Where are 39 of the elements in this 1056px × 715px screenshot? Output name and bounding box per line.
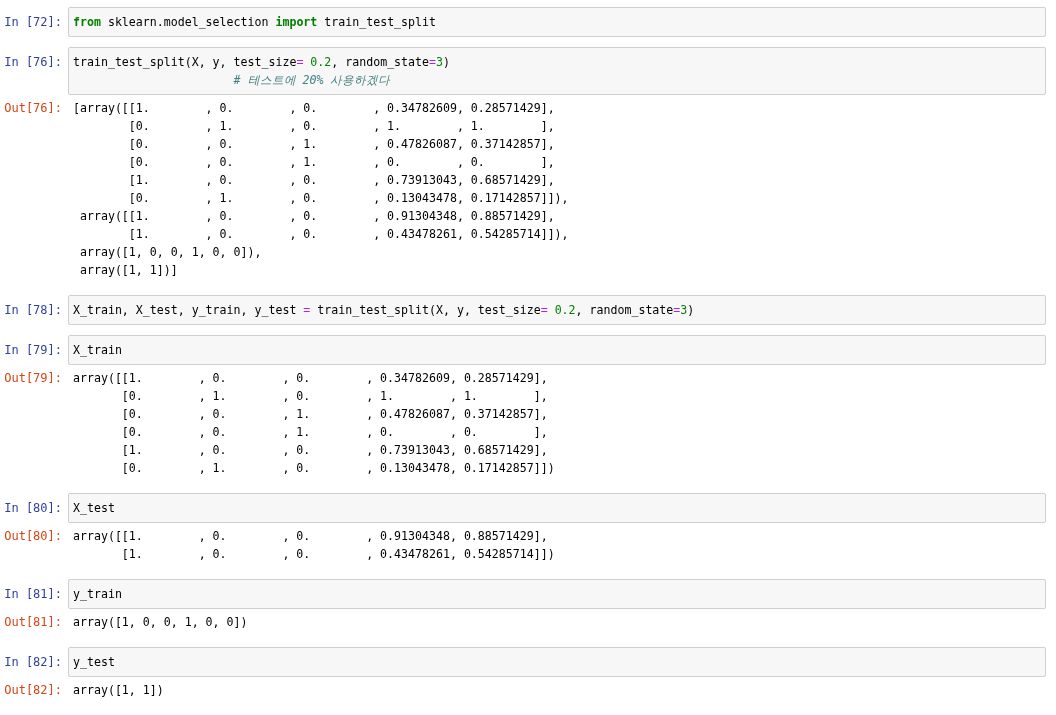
output-line: [1. , 0. , 0. , 0.73913043, 0.68571429], [127, 172, 555, 189]
output-line: array([[1. , 0. , 0. , 0.91304348, 0.88571429], [78, 208, 555, 225]
output-line: array([[1. , 0. , 0. , 0.34782609, 0.28571429], [73, 370, 548, 387]
output-line: [array([[1. , 0. , 0. , 0.34782609, 0.28571429], [73, 100, 555, 117]
output-line: [0. , 0. , 1. , 0.47826087, 0.37142857], [120, 406, 548, 423]
input-prompt: In [72]: [3, 14, 63, 31]
input-prompt: In [76]: [3, 54, 63, 71]
code-editor[interactable]: X_test [68, 493, 1046, 523]
code-editor[interactable]: y_train [68, 579, 1046, 609]
input-prompt: In [79]: [3, 342, 63, 359]
output-line: array([1, 1]) [73, 682, 164, 699]
output-line: [0. , 0. , 1. , 0. , 0. ], [127, 154, 555, 171]
code-editor[interactable]: y_test [68, 647, 1046, 677]
output-line: [0. , 1. , 0. , 1. , 1. ], [127, 118, 555, 135]
output-line: [0. , 1. , 0. , 0.13043478, 0.17142857]]) [120, 460, 555, 477]
output-line: array([1, 0, 0, 1, 0, 0]) [73, 614, 248, 631]
code-editor[interactable]: train_test_split(X, y, test_size= 0.2, random_state=3) # 테스트에 20% 사용하겠다 [68, 47, 1046, 95]
code-editor[interactable]: from sklearn.model_selection import train_test_split [68, 7, 1046, 37]
input-prompt: In [81]: [3, 586, 63, 603]
output-line: [0. , 1. , 0. , 0.13043478, 0.17142857]]), [127, 190, 569, 207]
output-line: [1. , 0. , 0. , 0.43478261, 0.54285714]]), [127, 226, 569, 243]
output-prompt: Out[82]: [3, 682, 63, 699]
input-prompt: In [78]: [3, 302, 63, 319]
output-line: array([1, 1])] [78, 262, 178, 279]
output-line: [0. , 0. , 1. , 0. , 0. ], [120, 424, 548, 441]
output-line: [0. , 1. , 0. , 1. , 1. ], [120, 388, 548, 405]
output-prompt: Out[80]: [3, 528, 63, 545]
output-line: array([[1. , 0. , 0. , 0.91304348, 0.88571429], [73, 528, 548, 545]
input-prompt: In [80]: [3, 500, 63, 517]
output-line: [1. , 0. , 0. , 0.43478261, 0.54285714]]) [120, 546, 555, 563]
output-prompt: Out[76]: [3, 100, 63, 117]
code-editor[interactable]: X_train, X_test, y_train, y_test = train_test_split(X, y, test_size= 0.2, random_state=3) [68, 295, 1046, 325]
output-line: array([1, 0, 0, 1, 0, 0]), [78, 244, 262, 261]
output-prompt: Out[79]: [3, 370, 63, 387]
output-line: [1. , 0. , 0. , 0.73913043, 0.68571429], [120, 442, 548, 459]
output-line: [0. , 0. , 1. , 0.47826087, 0.37142857], [127, 136, 555, 153]
output-prompt: Out[81]: [3, 614, 63, 631]
input-prompt: In [82]: [3, 654, 63, 671]
code-editor[interactable]: X_train [68, 335, 1046, 365]
